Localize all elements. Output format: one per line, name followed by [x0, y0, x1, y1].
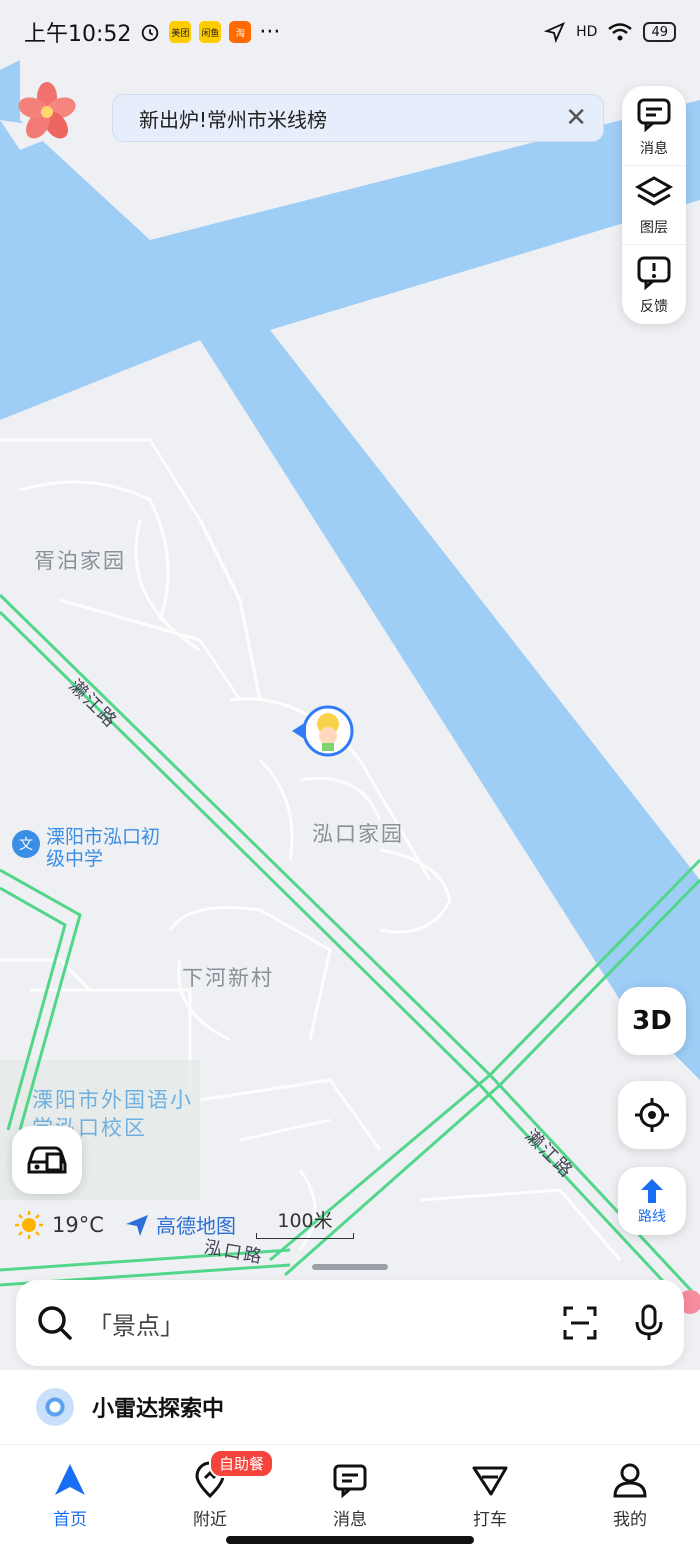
locate-button[interactable] — [618, 1081, 686, 1149]
school-name: 溧阳市泓口初级中学 — [46, 826, 161, 870]
scale-label: 100米 — [277, 1210, 333, 1232]
search-icon — [38, 1306, 72, 1340]
radar-icon — [36, 1388, 74, 1426]
home-indicator[interactable] — [226, 1536, 474, 1544]
side-tool-message[interactable]: 消息 — [622, 86, 686, 165]
taxi-icon — [472, 1466, 508, 1496]
location-arrow-icon — [544, 21, 566, 43]
side-tool-label: 图层 — [640, 220, 668, 236]
xianyu-icon: 闲鱼 — [199, 21, 222, 43]
radar-text: 小雷达探索中 — [92, 1397, 225, 1422]
navigate-icon — [55, 1464, 85, 1495]
poi-label[interactable]: 胥泊家园 — [34, 545, 126, 575]
promo-banner-text: 新出炉!常州市米线榜 — [139, 107, 328, 132]
map-scale: 100米 — [256, 1206, 354, 1239]
message-icon — [637, 98, 671, 132]
route-label: 路线 — [638, 1209, 666, 1225]
poi-label[interactable]: 泓口家园 — [312, 818, 404, 848]
wifi-icon — [608, 23, 633, 41]
weather-widget[interactable]: 19°C — [14, 1210, 104, 1240]
temperature: 19°C — [52, 1213, 104, 1237]
school-poi[interactable]: 文 溧阳市泓口初级中学 — [12, 826, 164, 870]
user-icon — [613, 1463, 647, 1498]
brand-logo: 高德地图 — [124, 1210, 236, 1239]
alarm-icon — [142, 24, 159, 42]
poi-label[interactable]: 下河新村 — [182, 962, 274, 992]
tab-label: 我的 — [613, 1510, 647, 1530]
radar-status[interactable]: 小雷达探索中 — [0, 1370, 700, 1444]
school-icon: 文 — [12, 830, 40, 858]
more-dots: ··· — [259, 19, 281, 45]
side-tool-label: 反馈 — [640, 299, 668, 315]
side-tool-label: 消息 — [640, 140, 668, 157]
sun-icon — [15, 1211, 43, 1239]
scan-icon[interactable] — [562, 1305, 598, 1341]
close-icon[interactable]: ✕ — [565, 105, 587, 131]
3d-toggle-button[interactable]: 3D — [618, 987, 686, 1055]
side-tool-layers[interactable]: 图层 — [622, 165, 686, 244]
tab-home[interactable]: 首页 — [0, 1445, 140, 1556]
taobao-icon: 淘 — [229, 21, 252, 43]
microphone-icon[interactable] — [634, 1304, 664, 1342]
tab-label: 打车 — [473, 1510, 507, 1530]
drag-handle[interactable] — [312, 1264, 388, 1270]
feedback-icon — [637, 256, 671, 291]
side-toolbar: 消息 图层 反馈 — [622, 86, 686, 324]
brand-name: 高德地图 — [156, 1214, 236, 1238]
3d-label: 3D — [632, 1006, 672, 1036]
meituan-icon: 美团 — [169, 21, 192, 43]
car-mode-button[interactable] — [12, 1126, 82, 1194]
flower-icon[interactable] — [14, 82, 80, 142]
tab-label: 附近 — [193, 1510, 227, 1530]
side-tool-feedback[interactable]: 反馈 — [622, 244, 686, 323]
signal-icon: HD — [576, 24, 598, 40]
scale-bar — [256, 1233, 354, 1239]
route-button[interactable]: 路线 — [618, 1167, 686, 1235]
route-arrow-icon — [641, 1179, 663, 1203]
nearby-badge: 自助餐 — [209, 1449, 275, 1478]
promo-banner[interactable]: 新出炉!常州市米线榜 ✕ — [112, 94, 604, 142]
tab-label: 首页 — [53, 1510, 87, 1530]
tab-profile[interactable]: 我的 — [560, 1445, 700, 1556]
status-bar: 上午10:52 美团 闲鱼 淘 ··· HD 49 — [0, 0, 700, 64]
battery-indicator: 49 — [643, 22, 676, 42]
search-input[interactable]: 「景点」 — [88, 1306, 184, 1341]
tab-label: 消息 — [333, 1510, 367, 1530]
locate-icon — [635, 1098, 669, 1132]
clock: 上午10:52 — [24, 22, 132, 47]
search-bar[interactable]: 「景点」 — [16, 1280, 684, 1366]
message-icon — [333, 1464, 367, 1499]
car-icon — [27, 1146, 67, 1174]
layers-icon — [634, 176, 674, 206]
amap-logo-icon — [126, 1214, 148, 1236]
